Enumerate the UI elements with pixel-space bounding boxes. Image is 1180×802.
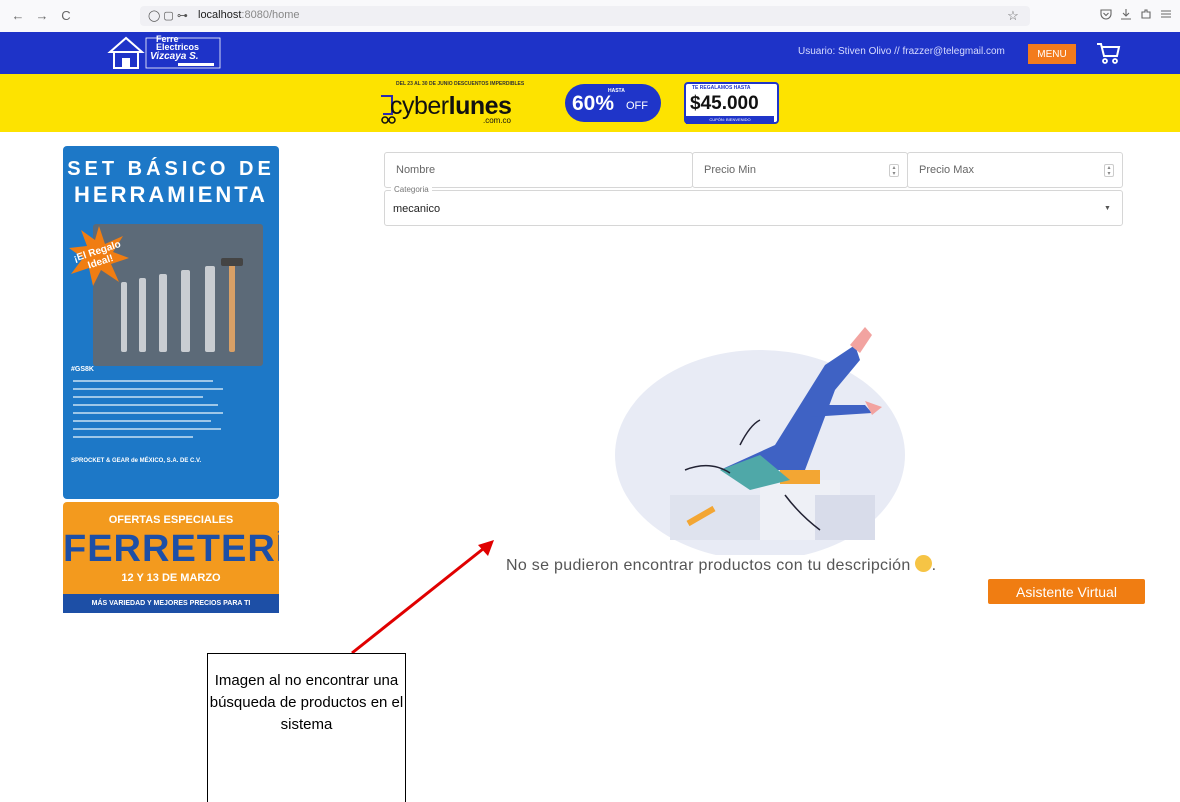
name-field[interactable] [384,152,693,188]
ad2-top: OFERTAS ESPECIALES [108,514,234,526]
empty-state-message: No se pudieron encontrar productos con t… [506,555,937,574]
download-icon[interactable] [1118,8,1134,24]
hamburger-menu-icon[interactable] [1158,8,1174,24]
ad2-date: 12 Y 13 DE MARZO [121,572,221,584]
ad-company: SPROCKET & GEAR de MÉXICO, S.A. DE C.V. [71,458,202,464]
user-info: Usuario: Stiven Olivo // frazzer@telegma… [798,46,1005,57]
address-bar[interactable]: ◯ ▢ ⊶ localhost:8080/home [140,6,1030,26]
ad-title-line1: SET BÁSICO DE [67,158,275,180]
menu-button[interactable]: MENU [1028,44,1076,64]
virtual-assistant-button[interactable]: Asistente Virtual [988,579,1145,604]
promo-dates: DEL 23 AL 30 DE JUNIO DESCUENTOS IMPERDI… [396,81,525,87]
category-select[interactable] [384,190,1123,226]
annotation-text: Imagen al no encontrar una búsqueda de p… [209,672,404,733]
site-info-icon[interactable]: ◯ ▢ ⊶ [148,9,188,22]
back-icon[interactable]: ← [10,8,26,24]
url-text[interactable]: localhost:8080/home [198,9,300,21]
logo-line3: Vizcaya S. [150,51,199,62]
chevron-down-icon[interactable]: ▼ [1104,205,1111,212]
price-max-input[interactable] [917,163,1093,177]
discount-percent: 60% [572,92,615,115]
price-min-stepper-icon[interactable]: ▴ ▾ [889,164,899,177]
category-value[interactable]: mecanico [393,203,440,215]
category-label: Categoria [391,185,432,194]
price-max-stepper-icon[interactable]: ▴ ▾ [1104,164,1114,177]
name-input[interactable] [394,163,644,177]
ad2-bottom: MÁS VARIEDAD Y MEJORES PRECIOS PARA TI [91,600,251,607]
forward-icon[interactable]: → [34,8,50,24]
price-min-input[interactable] [702,163,878,177]
reload-icon[interactable]: C [58,8,74,24]
extensions-icon[interactable] [1138,8,1154,24]
sad-face-icon [914,555,932,572]
ad2-title: FERRETERÍAS [63,528,279,570]
hardware-offers-ad[interactable]: OFERTAS ESPECIALES FERRETERÍAS 12 Y 13 D… [63,502,279,613]
price-max-field[interactable]: ▴▾ [907,152,1123,188]
pocket-icon[interactable] [1098,8,1114,24]
price-min-field[interactable]: ▴▾ [692,152,908,188]
shopping-cart-icon[interactable] [1095,40,1121,66]
coupon-amount: $45.000 [690,93,759,114]
browser-toolbar: ← → C ◯ ▢ ⊶ localhost:8080/home ☆ [0,0,1180,33]
ad-title-line2: HERRAMIENTA [74,182,268,207]
tool-set-ad[interactable]: SET BÁSICO DE HERRAMIENTA ¡El Regalo Ide… [63,146,279,499]
bookmark-star-icon[interactable]: ☆ [1005,8,1021,24]
no-results-illustration [615,327,905,555]
discount-off: OFF [626,100,648,112]
coupon-code: CUPÓN: BIENVENIDO [686,116,774,124]
coupon-header: TE REGALAMOS HASTA [692,85,751,91]
ad-product-code: #GS8K [71,366,94,373]
cyberlunes-domain: .com.co [483,116,512,125]
